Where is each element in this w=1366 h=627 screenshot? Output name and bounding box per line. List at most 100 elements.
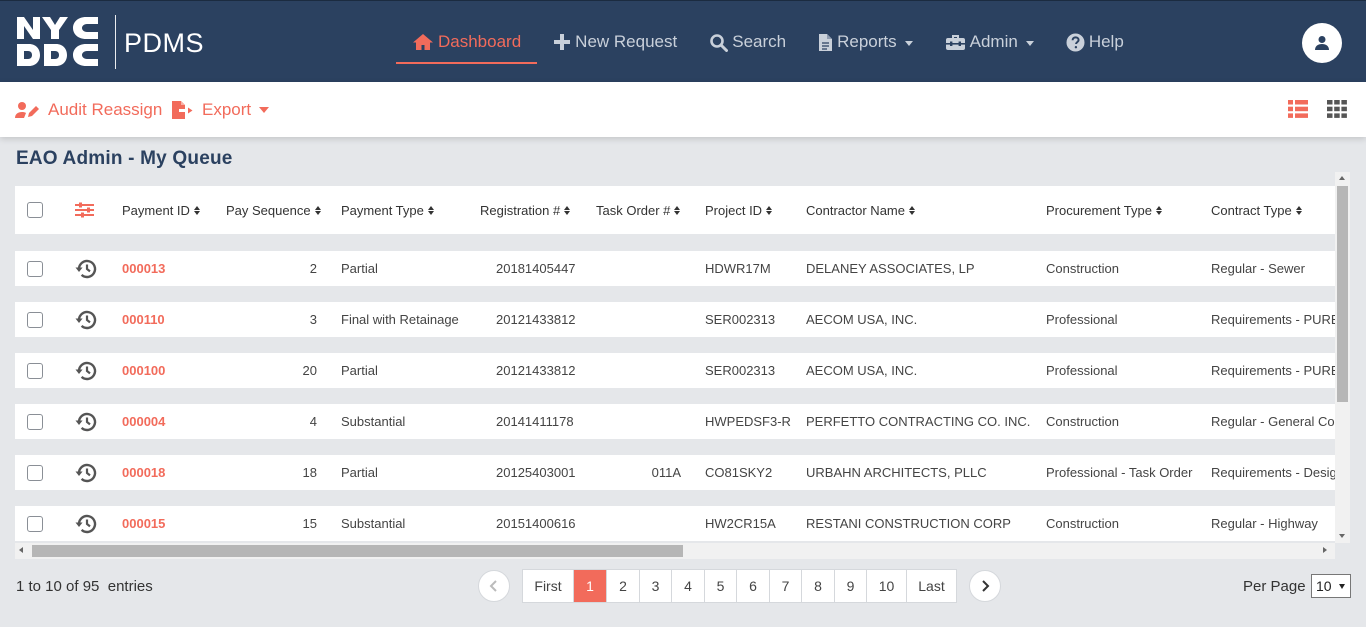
contractor-name: PERFETTO CONTRACTING CO. INC. xyxy=(806,414,1031,429)
nav-dashboard-label: Dashboard xyxy=(438,32,522,51)
row-checkbox[interactable] xyxy=(27,464,43,481)
scroll-up-arrow-icon[interactable] xyxy=(1339,176,1345,180)
plus-icon xyxy=(554,34,571,50)
scroll-down-arrow-icon[interactable] xyxy=(1339,534,1345,538)
row-checkbox[interactable] xyxy=(27,362,43,379)
next-page-button[interactable] xyxy=(969,570,1001,602)
vertical-scroll-thumb[interactable] xyxy=(1337,186,1348,402)
chevron-left-icon xyxy=(489,580,497,592)
table-row[interactable]: 000013 2 Partial 20181405447 HDWR17M DEL… xyxy=(15,251,1335,286)
table-row[interactable]: 000018 18 Partial 20125403001 011A CO81S… xyxy=(15,455,1335,490)
row-checkbox[interactable] xyxy=(27,260,43,277)
payment-id-link[interactable]: 000013 xyxy=(122,251,165,286)
nav-dashboard[interactable]: Dashboard xyxy=(396,1,538,83)
payment-type: Partial xyxy=(341,465,378,480)
scroll-left-arrow-icon[interactable] xyxy=(19,547,23,553)
audit-reassign-label: Audit Reassign xyxy=(48,99,163,119)
page-7[interactable]: 7 xyxy=(770,570,802,602)
export-button[interactable]: Export xyxy=(171,82,270,137)
col-header-payment-type[interactable]: Payment Type xyxy=(341,186,434,234)
col-header-payment-id[interactable]: Payment ID xyxy=(122,186,200,234)
chevron-down-icon xyxy=(904,40,913,46)
col-label: Contractor Name xyxy=(806,202,905,218)
column-settings-button[interactable] xyxy=(74,186,95,234)
history-icon[interactable] xyxy=(74,309,98,331)
scroll-right-arrow-icon[interactable] xyxy=(1323,547,1327,553)
page-5[interactable]: 5 xyxy=(705,570,737,602)
history-icon[interactable] xyxy=(74,462,98,484)
history-icon[interactable] xyxy=(74,411,98,433)
contractor-name: URBAHN ARCHITECTS, PLLC xyxy=(806,465,987,480)
payment-id-link[interactable]: 000015 xyxy=(122,506,165,541)
history-icon[interactable] xyxy=(74,513,98,535)
project-id: CO81SKY2 xyxy=(705,465,773,480)
contractor-name: AECOM USA, INC. xyxy=(806,363,918,378)
page-2[interactable]: 2 xyxy=(607,570,640,602)
project-id: HDWR17M xyxy=(705,261,771,276)
nyc-ddc-logo[interactable] xyxy=(16,15,100,69)
page-9[interactable]: 9 xyxy=(835,570,867,602)
nav-help[interactable]: Help xyxy=(1050,1,1140,83)
payment-id-link[interactable]: 000100 xyxy=(122,353,165,388)
col-header-contractor-name[interactable]: Contractor Name xyxy=(806,186,915,234)
contract-type: Requirements - Design xyxy=(1211,465,1335,480)
nav-help-label: Help xyxy=(1088,32,1124,51)
history-icon[interactable] xyxy=(74,360,98,382)
col-header-task-order[interactable]: Task Order # xyxy=(596,186,681,234)
page-3[interactable]: 3 xyxy=(640,570,672,602)
prev-page-button[interactable] xyxy=(478,570,510,602)
table-row[interactable]: 000110 3 Final with Retainage 2012143381… xyxy=(15,302,1335,337)
audit-reassign-button[interactable]: Audit Reassign xyxy=(15,82,162,137)
page-first[interactable]: First xyxy=(523,570,574,602)
payment-id-link[interactable]: 000018 xyxy=(122,455,165,490)
payment-id-link[interactable]: 000110 xyxy=(122,302,165,337)
task-order-number: 011A xyxy=(651,465,681,480)
nav-search[interactable]: Search xyxy=(693,1,802,83)
page-10[interactable]: 10 xyxy=(867,570,907,602)
row-checkbox[interactable] xyxy=(27,311,43,328)
nav-new-request[interactable]: New Request xyxy=(537,1,693,83)
home-icon xyxy=(413,34,433,50)
page-title: EAO Admin - My Queue xyxy=(16,148,233,169)
history-icon[interactable] xyxy=(74,258,98,280)
contract-type: Regular - Sewer xyxy=(1211,261,1305,276)
page-6[interactable]: 6 xyxy=(737,570,770,602)
select-all-checkbox[interactable] xyxy=(27,202,43,218)
horizontal-scrollbar[interactable] xyxy=(15,543,1335,559)
per-page-select[interactable]: 10 xyxy=(1311,574,1351,598)
sort-icon xyxy=(314,205,321,215)
question-circle-icon xyxy=(1066,33,1085,51)
pay-sequence: 15 xyxy=(302,516,317,531)
col-label: Registration # xyxy=(480,202,561,218)
search-icon xyxy=(710,33,729,52)
project-id: HW2CR15A xyxy=(705,516,776,531)
page-1[interactable]: 1 xyxy=(574,570,607,602)
vertical-scrollbar[interactable] xyxy=(1335,172,1350,543)
payment-id-link[interactable]: 000004 xyxy=(122,404,165,439)
list-view-icon[interactable] xyxy=(1288,100,1308,118)
col-header-registration[interactable]: Registration # xyxy=(480,186,571,234)
table-row[interactable]: 000004 4 Substantial 20141411178 HWPEDSF… xyxy=(15,404,1335,439)
horizontal-scroll-thumb[interactable] xyxy=(32,545,683,557)
table-row[interactable]: 000015 15 Substantial 20151400616 HW2CR1… xyxy=(15,506,1335,541)
page-last[interactable]: Last xyxy=(907,570,956,602)
logo-divider xyxy=(115,15,116,69)
pay-sequence: 2 xyxy=(309,261,317,276)
contractor-name: RESTANI CONSTRUCTION CORP xyxy=(806,516,1011,531)
page-8[interactable]: 8 xyxy=(802,570,835,602)
col-header-contract-type[interactable]: Contract Type xyxy=(1211,186,1302,234)
grid-view-icon[interactable] xyxy=(1327,100,1347,118)
user-avatar[interactable] xyxy=(1302,23,1342,63)
col-header-procurement-type[interactable]: Procurement Type xyxy=(1046,186,1162,234)
contractor-name: AECOM USA, INC. xyxy=(806,312,918,327)
row-checkbox[interactable] xyxy=(27,515,43,532)
nav-admin[interactable]: Admin xyxy=(929,1,1050,83)
table-row[interactable]: 000100 20 Partial 20121433812 SER002313 … xyxy=(15,353,1335,388)
row-checkbox[interactable] xyxy=(27,413,43,430)
col-header-project-id[interactable]: Project ID xyxy=(705,186,773,234)
procurement-type: Professional xyxy=(1046,363,1118,378)
nav-reports[interactable]: Reports xyxy=(802,1,929,83)
page-4[interactable]: 4 xyxy=(672,570,705,602)
sort-icon xyxy=(193,205,200,215)
col-header-pay-sequence[interactable]: Pay Sequence xyxy=(226,186,321,234)
